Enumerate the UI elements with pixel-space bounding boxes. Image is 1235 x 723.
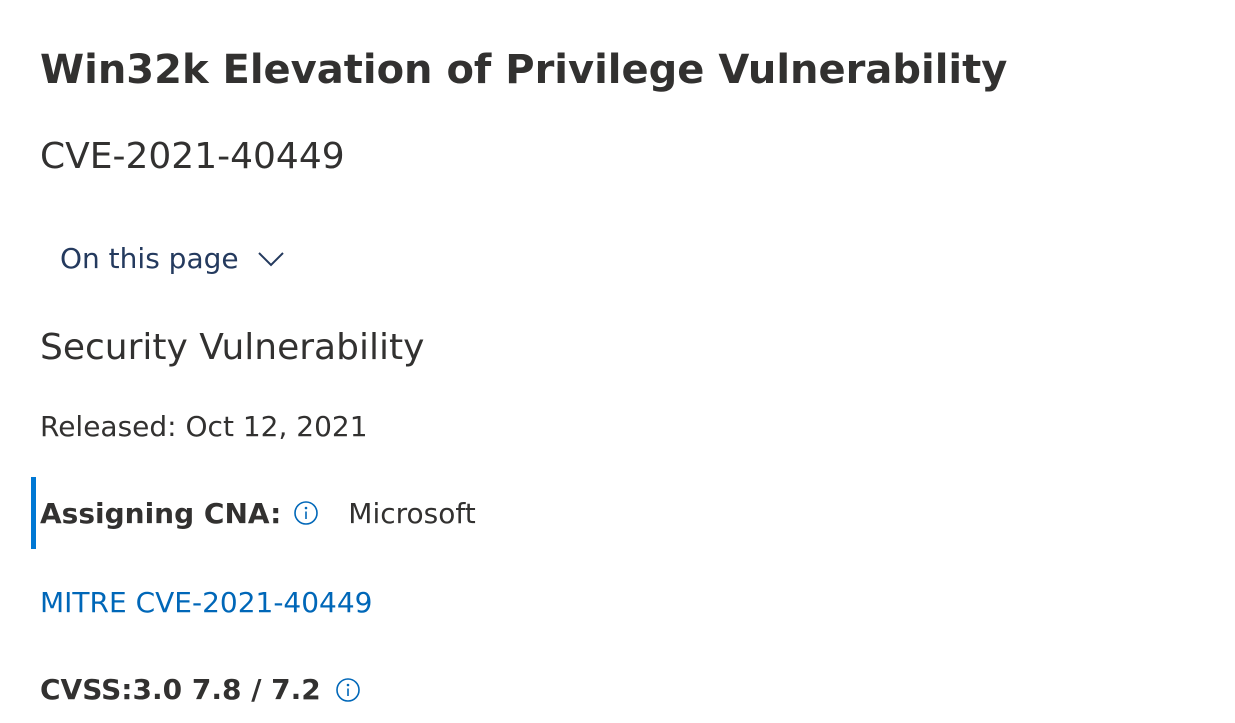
chevron-down-icon xyxy=(257,252,284,267)
section-heading: Security Vulnerability xyxy=(40,327,425,368)
on-this-page-dropdown[interactable]: On this page xyxy=(60,240,285,278)
release-date: Released: Oct 12, 2021 xyxy=(40,410,368,443)
assigning-cna-row: Assigning CNA: Microsoft xyxy=(31,477,476,549)
cvss-row: CVSS:3.0 7.8 / 7.2 xyxy=(40,671,361,709)
mitre-cve-link[interactable]: MITRE CVE-2021-40449 xyxy=(40,584,373,622)
assigning-cna-label: Assigning CNA: xyxy=(40,496,282,530)
cve-id: CVE-2021-40449 xyxy=(40,136,345,177)
assigning-cna-value: Microsoft xyxy=(348,496,476,530)
info-icon[interactable] xyxy=(293,500,319,526)
cvss-score: CVSS:3.0 7.8 / 7.2 xyxy=(40,673,321,706)
info-icon[interactable] xyxy=(335,677,361,703)
on-this-page-label: On this page xyxy=(60,242,239,275)
page-title: Win32k Elevation of Privilege Vulnerabil… xyxy=(40,47,1008,93)
